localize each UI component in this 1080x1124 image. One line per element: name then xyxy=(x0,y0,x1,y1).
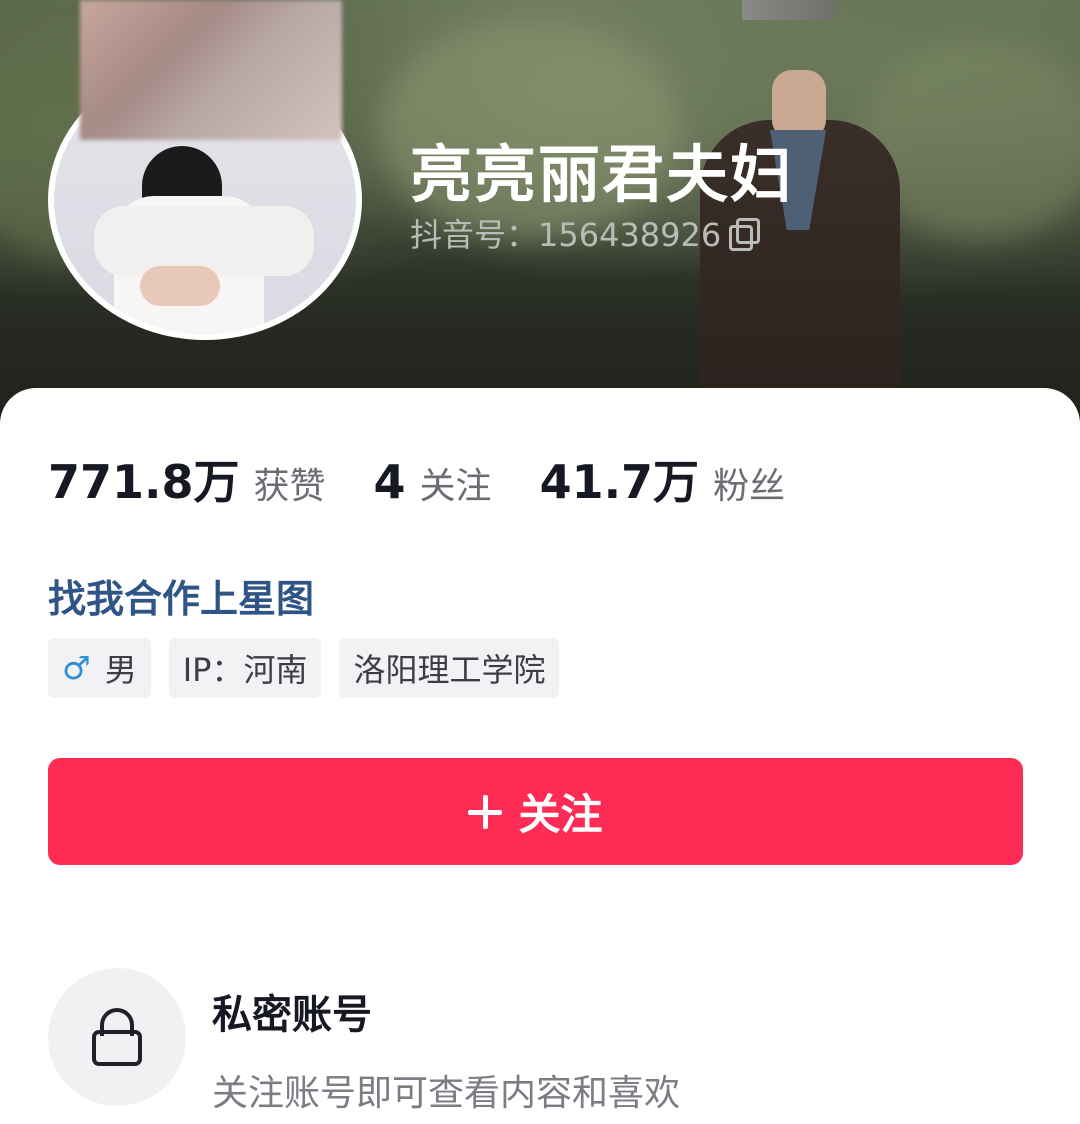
school-tag[interactable]: 洛阳理工学院 xyxy=(339,638,560,698)
following-stat[interactable]: 4 关注 xyxy=(374,455,492,509)
private-title: 私密账号 xyxy=(212,992,372,1038)
gender-text: 男 xyxy=(104,651,137,689)
followers-stat[interactable]: 41.7万 粉丝 xyxy=(540,446,786,512)
plus-icon xyxy=(468,794,503,829)
ip-tag: IP：河南 xyxy=(168,638,322,698)
profile-name: 亮亮丽君夫妇 xyxy=(410,138,795,211)
follow-button[interactable]: 关注 xyxy=(48,758,1023,865)
likes-count: 771.8万 xyxy=(48,455,240,509)
following-count: 4 xyxy=(373,455,406,509)
likes-label: 获赞 xyxy=(253,466,326,507)
likes-stat[interactable]: 771.8万 获赞 xyxy=(48,446,326,512)
gender-tag: ♂ 男 xyxy=(48,638,151,698)
face-mosaic xyxy=(742,0,834,20)
profile-stats: 771.8万 获赞 4 关注 41.7万 粉丝 xyxy=(48,446,833,512)
private-description: 关注账号即可查看内容和喜欢 xyxy=(212,1073,681,1114)
douyin-id[interactable]: 抖音号：156438926 xyxy=(410,210,761,256)
cooperate-link[interactable]: 找我合作上星图 xyxy=(48,568,314,623)
following-label: 关注 xyxy=(419,466,492,507)
profile-tags: ♂ 男 IP：河南 洛阳理工学院 xyxy=(48,638,560,698)
face-mosaic xyxy=(80,0,342,140)
male-icon: ♂ xyxy=(62,649,91,687)
follow-button-label: 关注 xyxy=(518,790,603,839)
copy-icon[interactable] xyxy=(729,218,761,251)
lock-icon xyxy=(48,968,186,1106)
douyin-id-text: 抖音号：156438926 xyxy=(410,216,722,254)
profile-info-card: 771.8万 获赞 4 关注 41.7万 粉丝 找我合作上星图 ♂ 男 IP：河… xyxy=(0,388,1080,1124)
followers-label: 粉丝 xyxy=(713,466,786,507)
private-account-notice: 私密账号 关注账号即可查看内容和喜欢 xyxy=(48,968,680,1116)
followers-count: 41.7万 xyxy=(539,455,700,509)
